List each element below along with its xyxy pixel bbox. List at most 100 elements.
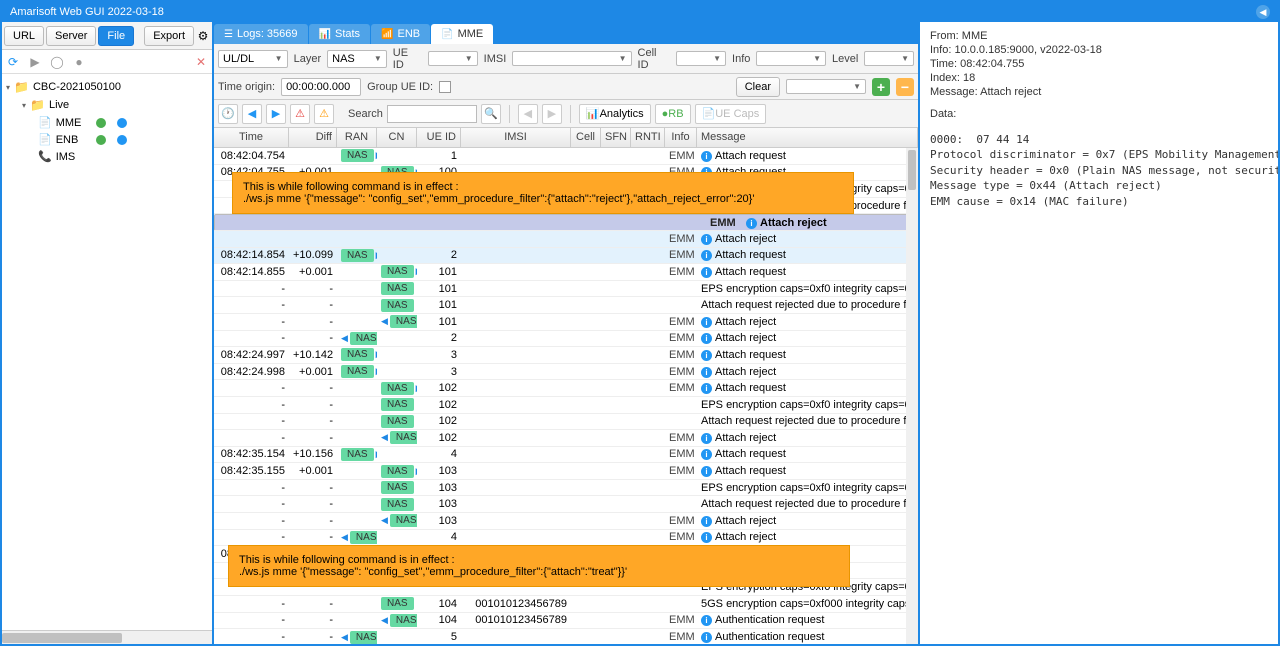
tab-mme[interactable]: 📄MME: [431, 24, 493, 44]
table-row[interactable]: --NAS102EPS encryption caps=0xf0 integri…: [214, 397, 918, 414]
detail-message: Message: Attach reject: [930, 86, 1268, 98]
signal-icon: 📶: [381, 29, 393, 40]
circle-icon[interactable]: ◯: [50, 55, 64, 69]
play-icon[interactable]: ▶: [28, 55, 42, 69]
next-icon[interactable]: ▶: [266, 104, 286, 124]
detail-panel: From: MME Info: 10.0.0.185:9000, v2022-0…: [920, 22, 1278, 644]
filter-bar: UL/DL▼ Layer NAS▼ UE ID ▼ IMSI ▼ Cell ID…: [214, 44, 918, 74]
file-button[interactable]: File: [98, 26, 134, 46]
search-input[interactable]: [387, 105, 477, 123]
th-msg[interactable]: Message: [697, 128, 918, 147]
tree-item-ims[interactable]: 📞IMS: [2, 148, 212, 165]
vscrollbar[interactable]: [906, 148, 918, 644]
tree-item-mme[interactable]: 📄MME: [2, 114, 212, 131]
th-diff[interactable]: Diff: [289, 128, 337, 147]
close-icon[interactable]: ✕: [194, 55, 208, 69]
th-ueid[interactable]: UE ID: [417, 128, 461, 147]
filter-select[interactable]: ▼: [786, 79, 866, 94]
list-icon: ☰: [224, 29, 233, 40]
info-select[interactable]: ▼: [756, 51, 826, 66]
table-row[interactable]: 08:42:04.754NAS▶1EMMiAttach request: [214, 148, 918, 165]
tab-stats[interactable]: 📊Stats: [309, 24, 371, 44]
detail-from: From: MME: [930, 30, 1268, 42]
prev2-icon[interactable]: ◀: [518, 104, 538, 124]
table-row[interactable]: --◀NAS2EMMiAttach reject: [214, 331, 918, 348]
note-1: This is while following command is in ef…: [232, 172, 854, 214]
server-button[interactable]: Server: [46, 26, 96, 46]
clock-icon[interactable]: 🕐: [218, 104, 238, 124]
table-row[interactable]: --NAS103EPS encryption caps=0xf0 integri…: [214, 480, 918, 497]
dot-icon[interactable]: ●: [72, 55, 86, 69]
export-button[interactable]: Export: [144, 26, 194, 46]
level-label: Level: [832, 53, 858, 65]
layer-label: Layer: [294, 53, 322, 65]
hscrollbar[interactable]: [2, 630, 212, 644]
table-row[interactable]: --NAS1040010101234567895GS encryption ca…: [214, 596, 918, 613]
table-row[interactable]: 08:42:14.855+0.001NAS▶101EMMiAttach requ…: [214, 264, 918, 281]
ueid-label: UE ID: [393, 47, 422, 71]
imsi-select[interactable]: ▼: [512, 51, 631, 66]
clear-button[interactable]: Clear: [736, 77, 780, 97]
table-row[interactable]: --NAS103Attach request rejected due to p…: [214, 496, 918, 513]
table-row[interactable]: 08:42:35.154+10.156NAS▶4EMMiAttach reque…: [214, 447, 918, 464]
detail-hex: 0000: 07 44 14 .D. Protocol discriminato…: [930, 132, 1268, 209]
th-cell[interactable]: Cell: [571, 128, 601, 147]
ueid-select[interactable]: ▼: [428, 51, 478, 66]
collapse-icon[interactable]: ◀: [1256, 5, 1270, 19]
tab-enb[interactable]: 📶ENB: [371, 24, 430, 44]
table-row[interactable]: --◀NAS101EMMiAttach reject: [214, 314, 918, 331]
table-row[interactable]: --◀NAS102EMMiAttach reject: [214, 430, 918, 447]
uldl-select[interactable]: UL/DL▼: [218, 50, 288, 68]
detail-time: Time: 08:42:04.755: [930, 58, 1268, 70]
table-row[interactable]: 08:42:24.998+0.001NAS▶3EMMiAttach reject: [214, 364, 918, 381]
th-imsi[interactable]: IMSI: [461, 128, 571, 147]
table-row[interactable]: --NAS101EPS encryption caps=0xf0 integri…: [214, 281, 918, 298]
app-title: Amarisoft Web GUI 2022-03-18: [10, 6, 164, 18]
url-button[interactable]: URL: [4, 26, 44, 46]
th-time[interactable]: Time: [214, 128, 289, 147]
table-row[interactable]: 08:42:35.155+0.001NAS▶103EMMiAttach requ…: [214, 463, 918, 480]
table-row[interactable]: 08:42:24.997+10.142NAS▶3EMMiAttach reque…: [214, 347, 918, 364]
th-sfn[interactable]: SFN: [601, 128, 631, 147]
table-row[interactable]: --NAS102Attach request rejected due to p…: [214, 414, 918, 431]
cellid-select[interactable]: ▼: [676, 51, 726, 66]
next2-icon[interactable]: ▶: [542, 104, 562, 124]
chart-icon: 📊: [319, 29, 331, 40]
groupue-checkbox[interactable]: [439, 81, 451, 93]
table-row[interactable]: --◀NAS5EMMiAuthentication request: [214, 629, 918, 644]
table-row[interactable]: --NAS▶102EMMiAttach request: [214, 380, 918, 397]
tree-live[interactable]: ▾📁Live: [2, 96, 212, 114]
gear-icon[interactable]: ⚙: [196, 29, 210, 43]
search-label: Search: [348, 108, 383, 120]
tree: ▾📁CBC-2021050100 ▾📁Live 📄MME 📄ENB 📞IMS: [2, 74, 212, 630]
prev-icon[interactable]: ◀: [242, 104, 262, 124]
timeorigin-label: Time origin:: [218, 81, 275, 93]
refresh-icon[interactable]: ⟳: [6, 55, 20, 69]
th-rnti[interactable]: RNTI: [631, 128, 665, 147]
layer-select[interactable]: NAS▼: [327, 50, 387, 68]
table-row[interactable]: EMMiAttach reject: [214, 214, 918, 231]
table-row[interactable]: 08:42:14.854+10.099NAS▶2EMMiAttach reque…: [214, 248, 918, 265]
detail-data-label: Data:: [930, 108, 1268, 120]
table-row[interactable]: --◀NAS104001010123456789EMMiAuthenticati…: [214, 613, 918, 630]
th-info[interactable]: Info: [665, 128, 697, 147]
warning2-icon[interactable]: ⚠: [314, 104, 334, 124]
warning-icon[interactable]: ⚠: [290, 104, 310, 124]
timeorigin-input[interactable]: 00:00:00.000: [281, 78, 361, 96]
level-select[interactable]: ▼: [864, 51, 914, 66]
add-button[interactable]: +: [872, 78, 890, 96]
th-ran[interactable]: RAN: [337, 128, 377, 147]
th-cn[interactable]: CN: [377, 128, 417, 147]
tabs: ☰Logs: 35669 📊Stats 📶ENB 📄MME: [214, 22, 918, 44]
table-row[interactable]: --◀NAS103EMMiAttach reject: [214, 513, 918, 530]
table-row[interactable]: --NAS101Attach request rejected due to p…: [214, 297, 918, 314]
rb-icon[interactable]: ● RB: [655, 104, 691, 124]
tree-item-enb[interactable]: 📄ENB: [2, 131, 212, 148]
analytics-icon[interactable]: 📊 Analytics: [579, 104, 651, 124]
scope-icon[interactable]: 🔍: [481, 104, 501, 124]
tree-root[interactable]: ▾📁CBC-2021050100: [2, 78, 212, 96]
table-row[interactable]: EMMiAttach reject: [214, 231, 918, 248]
remove-button[interactable]: −: [896, 78, 914, 96]
tab-logs[interactable]: ☰Logs: 35669: [214, 24, 308, 44]
table-row[interactable]: --◀NAS4EMMiAttach reject: [214, 530, 918, 547]
